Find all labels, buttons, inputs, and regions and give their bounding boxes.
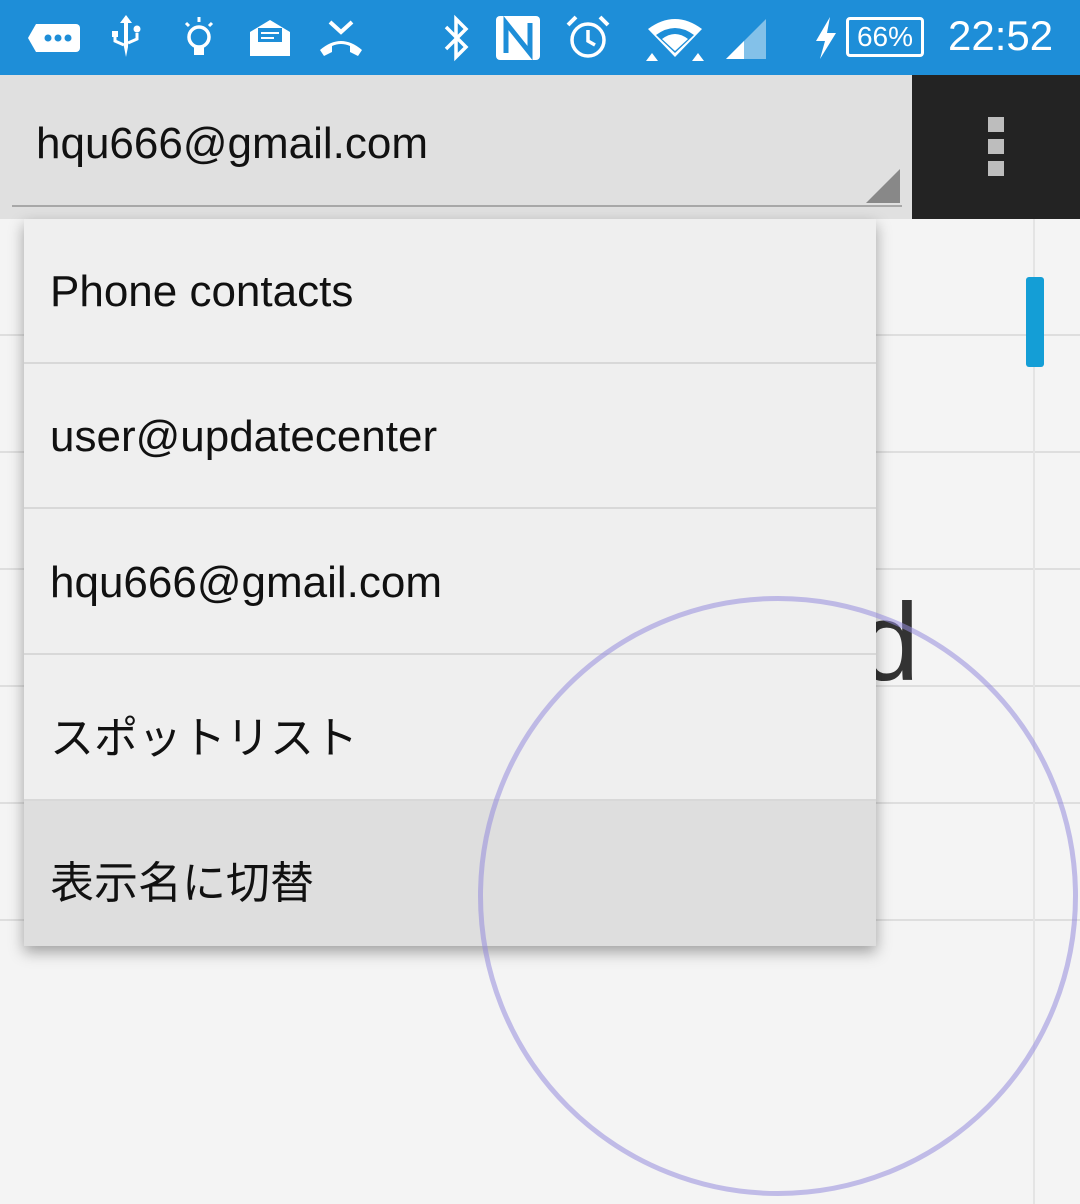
wifi-icon: [644, 12, 706, 64]
menu-item-label: hqu666@gmail.com: [50, 558, 442, 607]
charging-icon: [810, 12, 840, 64]
status-bar: 66% 22:52: [0, 0, 1080, 75]
more-vert-icon: [988, 117, 1004, 183]
signal-icon: [722, 12, 770, 64]
touch-indicator: [478, 596, 1078, 1196]
missed-call-icon: [316, 12, 366, 64]
mail-icon: [246, 12, 294, 64]
nfc-icon: [494, 12, 542, 64]
menu-item-label: 表示名に切替: [50, 858, 314, 909]
menu-item-label: Phone contacts: [50, 267, 354, 316]
lightbulb-icon: [180, 12, 218, 64]
toolbar: hqu666@gmail.com: [0, 75, 1080, 219]
selected-account-label: hqu666@gmail.com: [36, 119, 428, 168]
scroll-thumb[interactable]: [1026, 277, 1044, 367]
account-spinner[interactable]: hqu666@gmail.com: [12, 75, 902, 207]
menu-item-phone-contacts[interactable]: Phone contacts: [24, 219, 876, 364]
clock: 22:52: [948, 12, 1054, 59]
alarm-icon: [564, 12, 612, 64]
usb-icon: [106, 12, 146, 64]
menu-item-label: スポットリスト: [50, 713, 358, 764]
battery-indicator: 66%: [846, 17, 924, 57]
menu-item-label: user@updatecenter: [50, 412, 438, 461]
menu-item-user-updatecenter[interactable]: user@updatecenter: [24, 364, 876, 509]
overflow-menu-button[interactable]: [912, 75, 1080, 219]
bluetooth-icon: [438, 12, 474, 64]
spinner-arrow-icon: [866, 169, 900, 203]
more-dots-icon: [26, 12, 82, 64]
